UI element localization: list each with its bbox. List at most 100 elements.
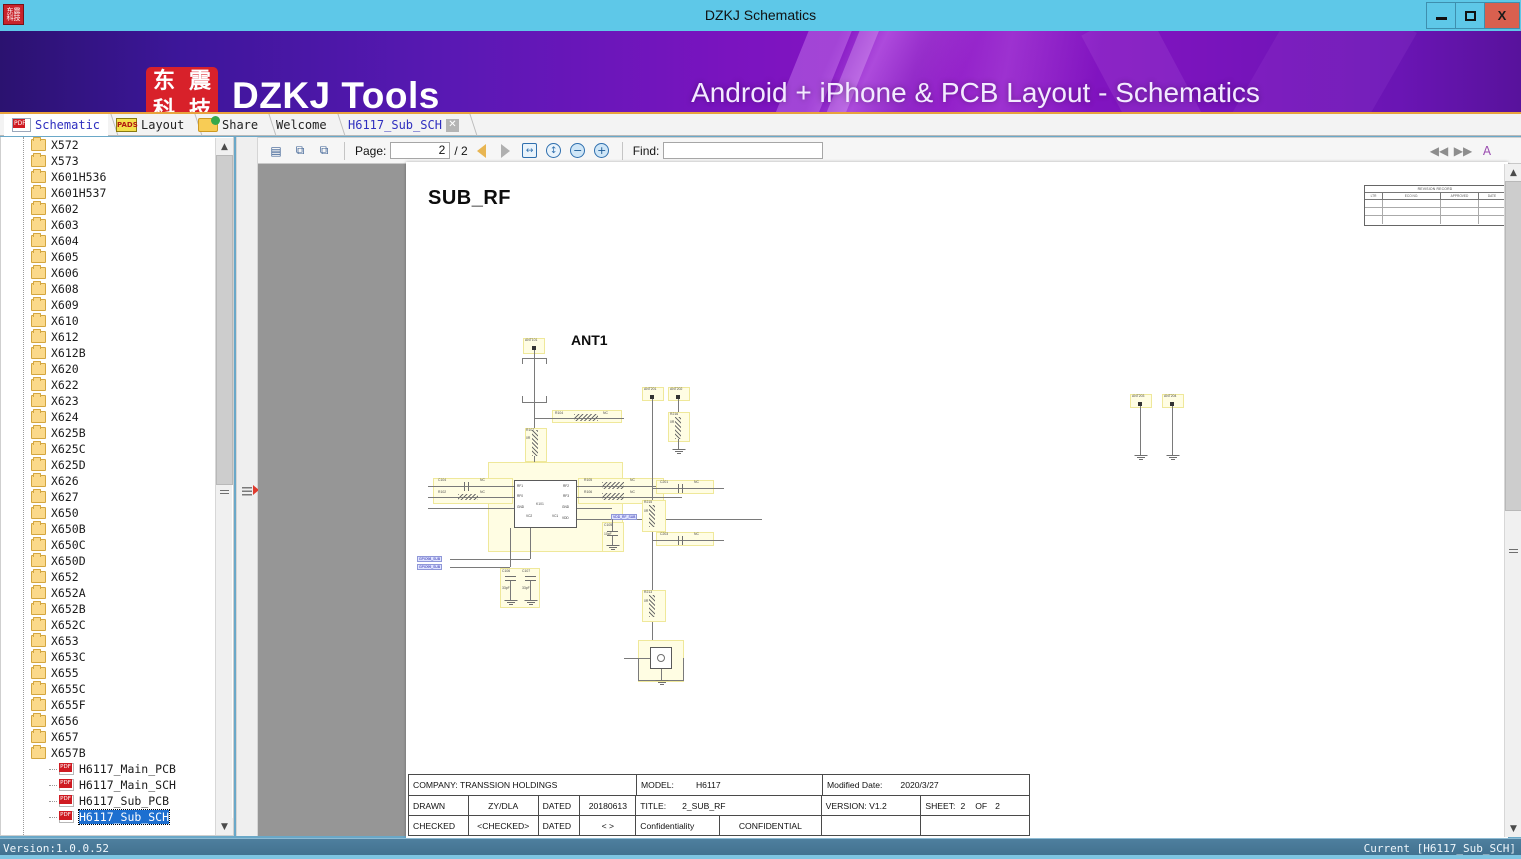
tab-share[interactable]: Share <box>190 114 277 136</box>
tree-folder-x650c[interactable]: +X650C <box>1 537 217 553</box>
tree-folder-x625d[interactable]: +X625D <box>1 457 217 473</box>
tree-folder-x608[interactable]: +X608 <box>1 281 217 297</box>
tree-folder-x606[interactable]: +X606 <box>1 265 217 281</box>
next-page-icon <box>501 143 511 158</box>
tab-schematic-label: Schematic <box>35 118 101 132</box>
tree-folder-x604[interactable]: +X604 <box>1 233 217 249</box>
viewer-scroll-thumb[interactable] <box>1505 181 1521 511</box>
fit-page-button[interactable]: ↕ <box>544 141 564 161</box>
tree-folder-x657[interactable]: +X657 <box>1 729 217 745</box>
next-page-button[interactable] <box>496 141 516 161</box>
page-number-input[interactable]: 2 <box>390 142 451 159</box>
tree-folder-x653[interactable]: +X653 <box>1 633 217 649</box>
text-style-icon[interactable]: A <box>1477 141 1497 161</box>
tree-folder-label: X620 <box>51 362 79 376</box>
component-ref-r213: R213 <box>644 590 653 594</box>
tree-folder-x573[interactable]: +X573 <box>1 153 217 169</box>
tab-h6117-sub-sch[interactable]: H6117_Sub_SCH ✕ <box>340 114 478 136</box>
file-tree-panel[interactable]: +X572+X573+X601H536+X601H537+X602+X603+X… <box>0 137 234 836</box>
find-next-button[interactable]: ▶▶ <box>1453 141 1473 161</box>
tree-folder-x657b[interactable]: −X657B <box>1 745 217 761</box>
tab-welcome[interactable]: Welcome <box>268 114 346 136</box>
confidentiality-label: Confidentiality <box>636 816 721 835</box>
tree-folder-x623[interactable]: +X623 <box>1 393 217 409</box>
tree-scrollbar[interactable]: ▲ ▼ <box>215 138 233 835</box>
tree-folder-x612[interactable]: +X612 <box>1 329 217 345</box>
tree-folder-x622[interactable]: +X622 <box>1 377 217 393</box>
tree-folder-label: X601H537 <box>51 186 107 200</box>
folder-icon <box>31 153 46 167</box>
tree-folder-x601h537[interactable]: +X601H537 <box>1 185 217 201</box>
tree-folder-label: X625D <box>51 458 86 472</box>
tree-folder-x626[interactable]: +X626 <box>1 473 217 489</box>
tree-folder-x652b[interactable]: +X652B <box>1 601 217 617</box>
tree-folder-x625b[interactable]: +X625B <box>1 425 217 441</box>
find-prev-button[interactable]: ◀◀ <box>1429 141 1449 161</box>
modified-date-cell: Modified Date: 2020/3/27 <box>823 775 1029 795</box>
viewer-scroll-up-icon[interactable]: ▲ <box>1505 164 1521 181</box>
component-ref-c104: C104 <box>438 478 447 482</box>
tree-folder-x602[interactable]: +X602 <box>1 201 217 217</box>
tree-folder-label: X657B <box>51 746 86 760</box>
snapshot-icon[interactable]: ⧉ <box>290 141 310 161</box>
tree-folder-x650b[interactable]: +X650B <box>1 521 217 537</box>
tab-schematic[interactable]: Schematic <box>4 114 119 136</box>
tree-folder-x655f[interactable]: +X655F <box>1 697 217 713</box>
component-ref-c106: C106 <box>502 569 511 573</box>
zoom-out-button[interactable]: − <box>568 141 588 161</box>
component-ref-r104: R104 <box>555 411 564 415</box>
tree-scroll-thumb[interactable] <box>216 155 233 485</box>
tree-folder-x609[interactable]: +X609 <box>1 297 217 313</box>
tree-folder-x620[interactable]: +X620 <box>1 361 217 377</box>
minimize-button[interactable] <box>1426 2 1456 29</box>
folder-icon <box>31 217 46 231</box>
copy-icon[interactable]: ▤ <box>266 141 286 161</box>
status-bottom-accent <box>0 855 1521 859</box>
tree-folder-x627[interactable]: +X627 <box>1 489 217 505</box>
tab-h6117-sub-sch-label: H6117_Sub_SCH <box>348 118 442 132</box>
drawn-dated-value: 20180613 <box>580 796 637 815</box>
tree-scroll-up-icon[interactable]: ▲ <box>216 138 233 155</box>
tree-folder-x652c[interactable]: +X652C <box>1 617 217 633</box>
tree-scroll-down-icon[interactable]: ▼ <box>216 818 233 835</box>
tree-folder-x612b[interactable]: +X612B <box>1 345 217 361</box>
zoom-in-button[interactable]: + <box>592 141 612 161</box>
viewer-scrollbar[interactable]: ▲ ▼ <box>1504 164 1521 837</box>
minimize-icon <box>1435 17 1447 20</box>
tree-folder-x655c[interactable]: +X655C <box>1 681 217 697</box>
tab-layout[interactable]: PADS Layout <box>108 114 203 136</box>
tree-file-h6117_main_sch[interactable]: H6117_Main_SCH <box>1 777 217 793</box>
tree-file-h6117_sub_pcb[interactable]: H6117_Sub_PCB <box>1 793 217 809</box>
tree-folder-x605[interactable]: +X605 <box>1 249 217 265</box>
tree-file-h6117_sub_sch[interactable]: H6117_Sub_SCH <box>1 809 217 825</box>
folder-icon <box>31 233 46 247</box>
net-label-gpio98-sub: GPIO98_SUB <box>417 556 443 562</box>
close-button[interactable]: X <box>1484 2 1520 29</box>
tree-folder-x652[interactable]: +X652 <box>1 569 217 585</box>
clipboard-icon[interactable]: ⧉ <box>314 141 334 161</box>
viewer-scroll-down-icon[interactable]: ▼ <box>1505 820 1521 837</box>
tree-folder-x625c[interactable]: +X625C <box>1 441 217 457</box>
tree-folder-x601h536[interactable]: +X601H536 <box>1 169 217 185</box>
tree-folder-x650[interactable]: +X650 <box>1 505 217 521</box>
tab-close-icon[interactable]: ✕ <box>445 118 459 132</box>
tree-folder-x652a[interactable]: +X652A <box>1 585 217 601</box>
tree-folder-x656[interactable]: +X656 <box>1 713 217 729</box>
panel-splitter[interactable] <box>236 137 259 836</box>
prev-page-button[interactable] <box>472 141 492 161</box>
fit-width-button[interactable]: ↔ <box>520 141 540 161</box>
tree-folder-x572[interactable]: +X572 <box>1 137 217 153</box>
maximize-button[interactable] <box>1455 2 1485 29</box>
tree-folder-x610[interactable]: +X610 <box>1 313 217 329</box>
tree-folder-x603[interactable]: +X603 <box>1 217 217 233</box>
pads-icon: PADS <box>116 118 138 132</box>
tree-file-h6117_main_pcb[interactable]: H6117_Main_PCB <box>1 761 217 777</box>
folder-share-icon <box>198 116 220 132</box>
tree-folder-x655[interactable]: +X655 <box>1 665 217 681</box>
tree-folder-x624[interactable]: +X624 <box>1 409 217 425</box>
find-input[interactable] <box>663 142 824 159</box>
folder-icon <box>31 377 46 391</box>
tree-folder-x653c[interactable]: +X653C <box>1 649 217 665</box>
folder-icon <box>31 441 46 455</box>
tree-folder-x650d[interactable]: +X650D <box>1 553 217 569</box>
